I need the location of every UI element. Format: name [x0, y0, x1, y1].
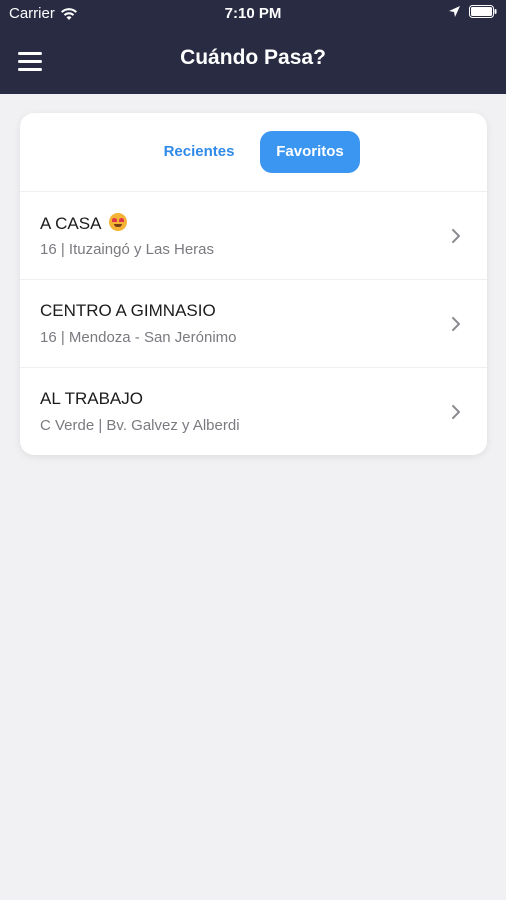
favorites-list: A CASA 16 | Ituzaingó y Las Heras CENTRO…: [20, 191, 487, 455]
list-item-title: CENTRO A GIMNASIO: [40, 301, 216, 320]
location-arrow-icon: [449, 6, 460, 17]
list-item-subtitle: 16 | Mendoza - San Jerónimo: [40, 329, 237, 346]
status-indicators: [448, 5, 497, 18]
page-title: Cuándo Pasa?: [180, 46, 326, 69]
tab-favoritos[interactable]: Favoritos: [260, 131, 360, 173]
navigation-bar: Cuándo Pasa?: [0, 28, 506, 94]
list-item[interactable]: A CASA 16 | Ituzaingó y Las Heras: [20, 191, 487, 279]
chevron-right-icon: [452, 405, 460, 419]
list-item-title: A CASA: [40, 213, 128, 234]
chevron-right-icon: [452, 229, 460, 243]
tab-recientes[interactable]: Recientes: [156, 131, 242, 173]
battery-icon: [469, 5, 497, 18]
list-item-title: AL TRABAJO: [40, 389, 143, 408]
list-item-subtitle: C Verde | Bv. Galvez y Alberdi: [40, 417, 240, 434]
status-time: 7:10 PM: [224, 5, 282, 22]
tab-bar: Recientes Favoritos: [20, 131, 487, 173]
chevron-right-icon: [452, 317, 460, 331]
list-item[interactable]: CENTRO A GIMNASIO 16 | Mendoza - San Jer…: [20, 279, 487, 367]
app-header: Carrier 7:10 PM Cuándo Pasa?: [0, 0, 506, 94]
favorites-card: Recientes Favoritos A CASA 16 | Ituzaing…: [20, 113, 487, 455]
heart-eyes-emoji-icon: [109, 213, 128, 231]
list-item[interactable]: AL TRABAJO C Verde | Bv. Galvez y Alberd…: [20, 367, 487, 455]
status-bar: Carrier 7:10 PM: [0, 0, 506, 28]
list-item-subtitle: 16 | Ituzaingó y Las Heras: [40, 241, 214, 258]
list-item-title-text: A CASA: [40, 214, 101, 233]
